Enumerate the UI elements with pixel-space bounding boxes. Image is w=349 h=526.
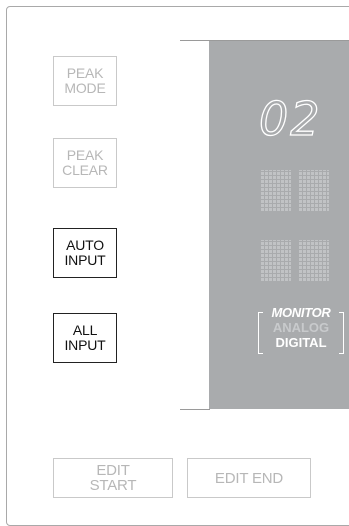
all-input-label-line1: ALL (72, 322, 98, 338)
peak-mode-label-line2: MODE (64, 80, 106, 96)
all-input-label-line2: INPUT (64, 337, 106, 353)
peak-clear-button[interactable]: PEAK CLEAR (53, 138, 117, 188)
segment-block (260, 170, 291, 212)
all-input-button[interactable]: ALL INPUT (53, 313, 117, 363)
peak-mode-label-line1: PEAK (66, 65, 104, 81)
monitor-indicator: MONITOR ANALOG DIGITAL (256, 305, 346, 357)
auto-input-button[interactable]: AUTO INPUT (53, 228, 117, 278)
peak-clear-label-line1: PEAK (66, 147, 104, 163)
peak-mode-button[interactable]: PEAK MODE (53, 56, 117, 106)
monitor-bracket-left (258, 312, 263, 354)
monitor-analog-label: ANALOG (272, 320, 330, 335)
edit-start-button[interactable]: EDIT START (53, 458, 173, 498)
segment-block (260, 240, 291, 282)
edit-end-label: EDIT END (214, 469, 284, 487)
edit-start-label-line2: START (89, 477, 137, 494)
monitor-digital-label: DIGITAL (275, 335, 327, 350)
monitor-bracket-right (339, 312, 344, 354)
auto-input-label-line1: AUTO (66, 237, 104, 253)
segment-block (298, 240, 329, 282)
edit-end-button[interactable]: EDIT END (187, 458, 311, 498)
display-bottom-rule (180, 409, 210, 410)
count-readout: 02 (258, 92, 322, 146)
peak-clear-label-line2: CLEAR (62, 162, 108, 178)
edit-start-label-line1: EDIT (96, 462, 130, 479)
segment-block (298, 170, 329, 212)
auto-input-label-line2: INPUT (64, 252, 106, 268)
monitor-title: MONITOR (271, 305, 331, 320)
